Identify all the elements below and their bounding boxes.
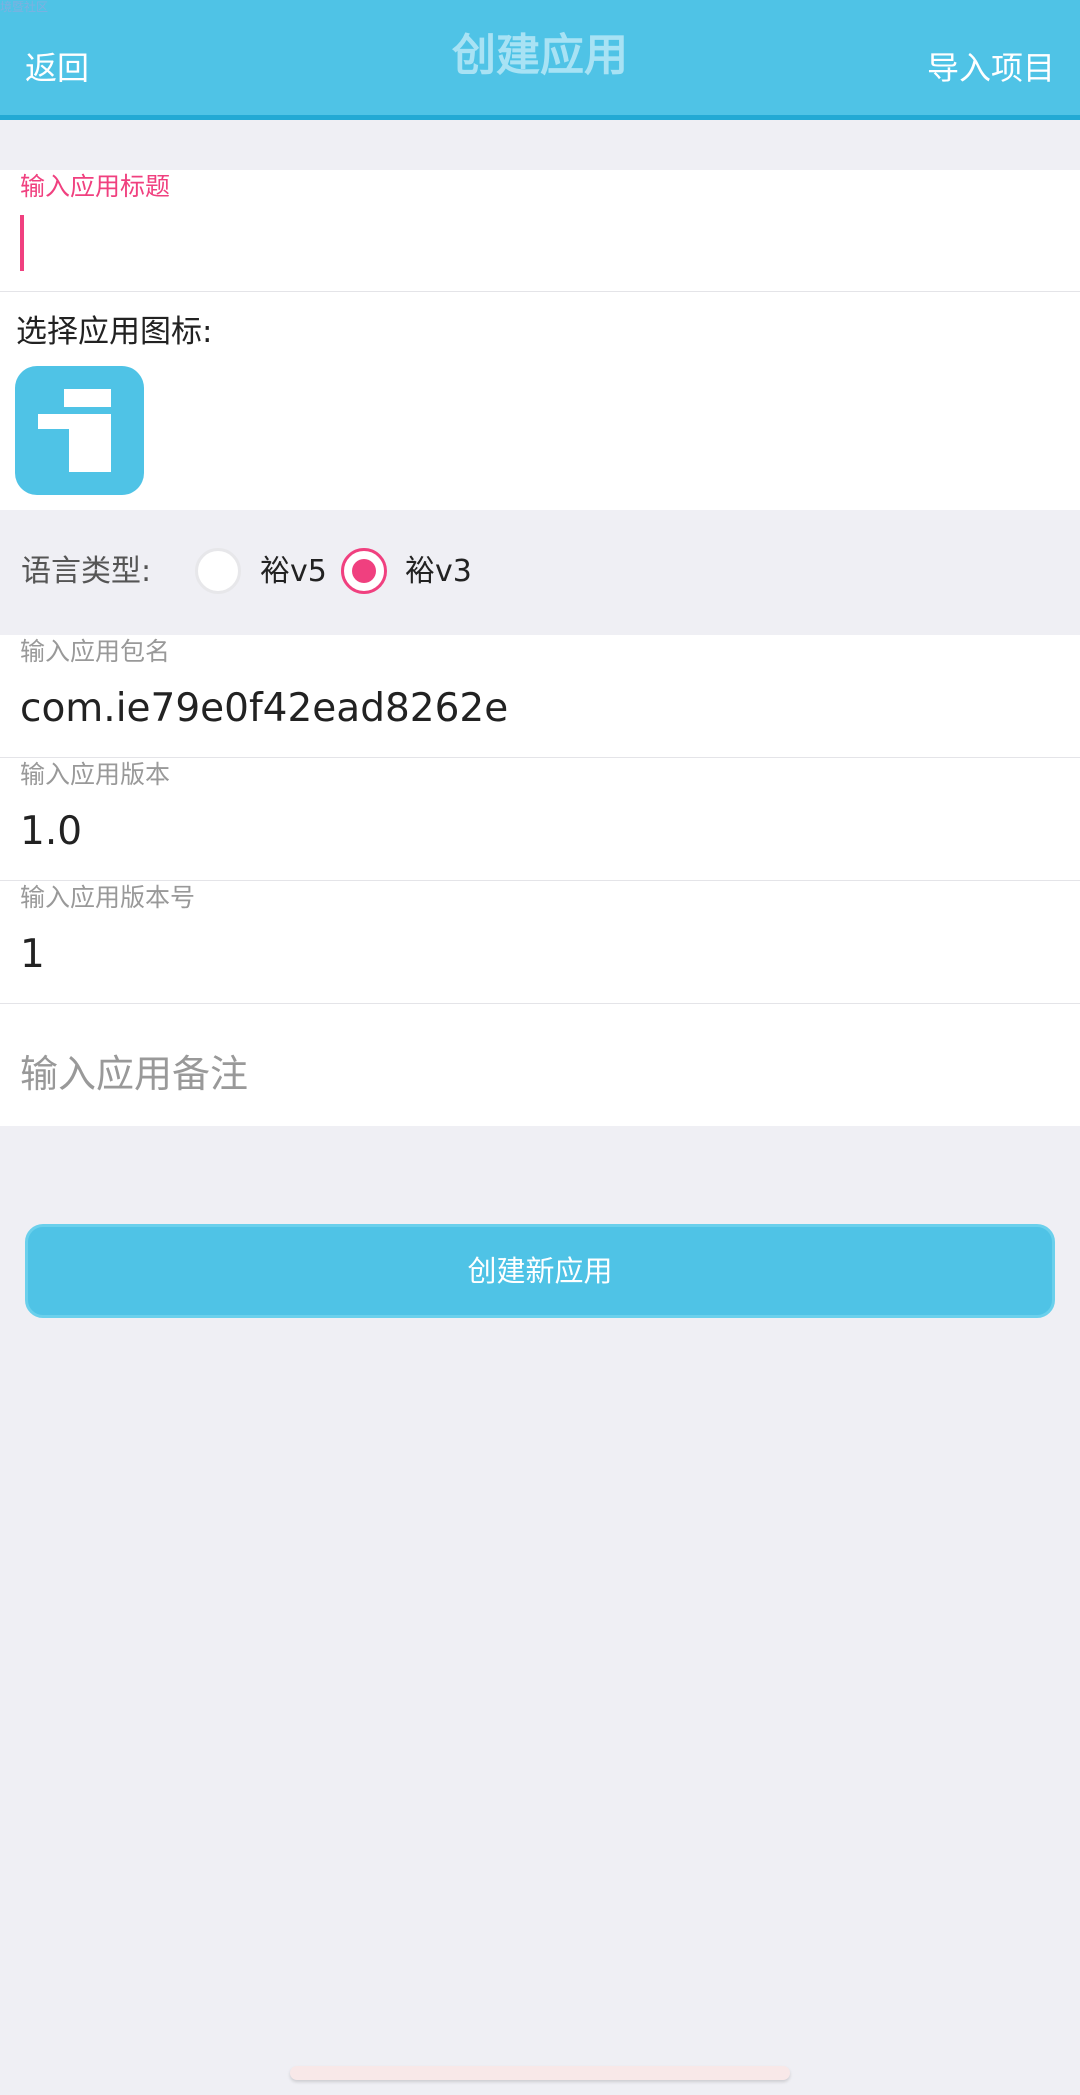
home-indicator[interactable] [290,2066,790,2080]
page-title: 创建应用 [452,30,628,81]
app-title-field[interactable]: 输入应用标题 [0,170,1080,292]
app-i-icon[interactable] [15,366,144,495]
remark-field[interactable]: 输入应用备注 [0,1004,1080,1126]
radio-v3[interactable] [341,548,387,594]
watermark-text: 境暨社区 [0,0,49,14]
top-navigation-bar: 返回 创建应用 导入项目 [0,0,1080,120]
app-title-label: 输入应用标题 [20,172,171,201]
version-code-value[interactable]: 1 [20,929,45,981]
icon-picker-section: 选择应用图标: [0,292,1080,510]
radio-v5-label[interactable]: 裕v5 [260,552,327,592]
version-code-label: 输入应用版本号 [20,883,196,912]
version-value[interactable]: 1.0 [20,806,82,858]
version-field[interactable]: 输入应用版本 1.0 [0,758,1080,881]
remark-placeholder[interactable]: 输入应用备注 [20,1048,248,1100]
package-name-value[interactable]: com.ie79e0f42ead8262e [20,683,508,735]
radio-v3-label[interactable]: 裕v3 [405,552,472,592]
version-label: 输入应用版本 [20,760,171,789]
text-cursor [20,215,24,271]
language-type-row: 语言类型: 裕v5 裕v3 [0,510,1080,634]
create-app-button[interactable]: 创建新应用 [25,1224,1055,1318]
package-name-field[interactable]: 输入应用包名 com.ie79e0f42ead8262e [0,635,1080,758]
package-name-label: 输入应用包名 [20,637,171,666]
radio-v5[interactable] [195,548,241,594]
icon-picker-label: 选择应用图标: [16,314,213,350]
version-code-field[interactable]: 输入应用版本号 1 [0,881,1080,1004]
language-type-label: 语言类型: [21,554,152,589]
import-project-button[interactable]: 导入项目 [927,48,1055,88]
